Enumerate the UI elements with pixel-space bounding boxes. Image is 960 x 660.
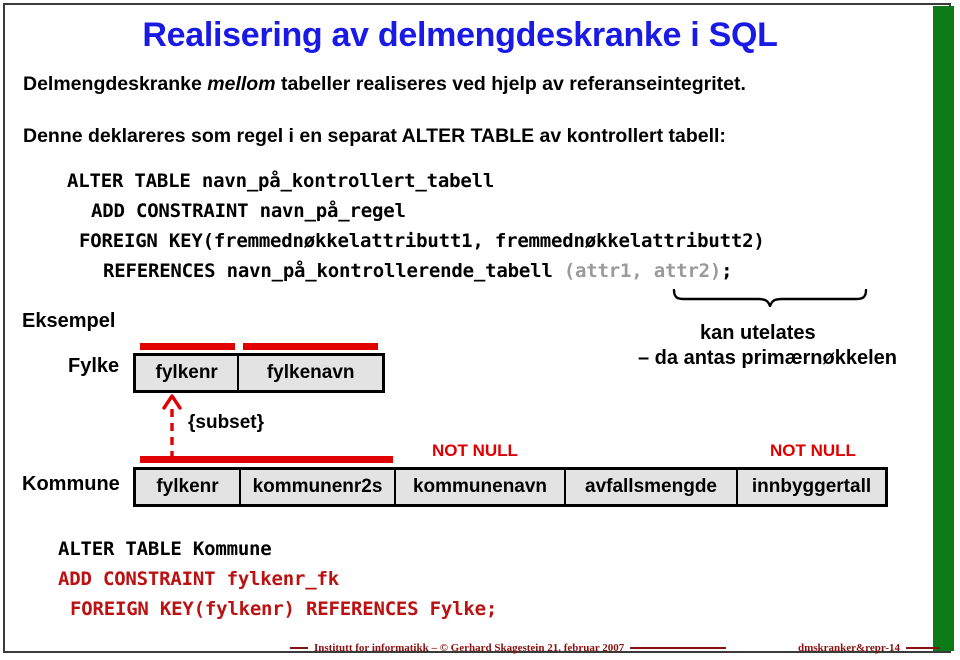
code-top-line-3: FOREIGN KEY(fremmednøkkelattributt1, fre…	[79, 230, 765, 252]
code-top-line-4-semicolon: ;	[721, 260, 733, 282]
subset-constraint-label: {subset}	[188, 412, 265, 433]
intro-line-1: Delmengdeskranke mellom tabeller realise…	[23, 73, 746, 96]
page-title: Realisering av delmengdeskranke i SQL	[142, 16, 778, 54]
curly-brace-icon	[672, 289, 868, 307]
kommune-column-4: innbyggertall	[751, 476, 872, 497]
kommune-column-0: fylkenr	[136, 470, 241, 504]
footer-slide-id: dmskranker&repr-14	[797, 642, 900, 654]
code-bottom-line-3: FOREIGN KEY(fylkenr) REFERENCES Fylke;	[70, 598, 497, 620]
subset-arrow-icon	[162, 394, 182, 459]
footer-rule-middle	[630, 647, 727, 649]
slide-canvas: Realisering av delmengdeskranke i SQL De…	[0, 0, 960, 660]
code-bottom-line-3-semicolon: ;	[485, 598, 498, 620]
kommune-key-underline	[140, 456, 393, 463]
code-bottom-line-2: ADD CONSTRAINT fylkenr_fk	[58, 568, 339, 590]
footer-credit: Institutt for informatikk – © Gerhard Sk…	[314, 642, 625, 654]
kommune-table-label: Kommune	[22, 473, 120, 495]
intro-line-2: Denne deklareres som regel i en separat …	[23, 125, 726, 147]
code-top-line-2: ADD CONSTRAINT navn_på_regel	[91, 200, 406, 222]
code-bottom-line-3-red: FOREIGN KEY(fylkenr) REFERENCES Fylke	[70, 598, 486, 620]
code-bottom-line-1: ALTER TABLE Kommune	[58, 538, 272, 560]
green-accent-bar	[933, 6, 954, 651]
code-top-line-4-main: REFERENCES navn_på_kontrollerende_tabell	[103, 260, 564, 282]
code-top-line-4: REFERENCES navn_på_kontrollerende_tabell…	[103, 260, 733, 282]
fylke-key-underline-fylkenavn	[243, 343, 378, 350]
not-null-badge-kommunenavn: NOT NULL	[432, 441, 518, 460]
not-null-badge-innbyggertall: NOT NULL	[770, 441, 856, 460]
footer-rule-left	[290, 647, 308, 649]
kommune-column-3: avfallsmengde	[566, 470, 738, 504]
kommune-column-1: kommunenr2s	[241, 470, 396, 504]
fylke-column-1: fylkenavn	[266, 362, 355, 383]
note-line-2: – da antas primærnøkkelen	[638, 347, 897, 369]
slide-footer: Institutt for informatikk – © Gerhard Sk…	[290, 640, 940, 656]
intro-line-1-italic: mellom	[207, 73, 276, 95]
fylke-table-label: Fylke	[68, 355, 120, 377]
code-top-line-4-optional-attrs: (attr1, attr2)	[563, 260, 722, 282]
intro-line-1-after: tabeller realiseres ved hjelp av referan…	[275, 73, 746, 95]
kommune-table: fylkenr kommunenr2s kommunenavn avfallsm…	[133, 467, 888, 507]
intro-line-1-before: Delmengdeskranke	[23, 73, 208, 95]
footer-rule-right	[906, 647, 940, 649]
note-line-1: kan utelates	[700, 322, 816, 344]
fylke-table: fylkenr fylkenavn	[133, 353, 385, 393]
kommune-column-2: kommunenavn	[396, 470, 566, 504]
eksempel-label: Eksempel	[22, 310, 116, 332]
fylke-key-underline-fylkenr	[140, 343, 235, 350]
fylke-column-0: fylkenr	[136, 356, 240, 390]
code-top-line-1: ALTER TABLE navn_på_kontrollert_tabell	[67, 170, 495, 192]
